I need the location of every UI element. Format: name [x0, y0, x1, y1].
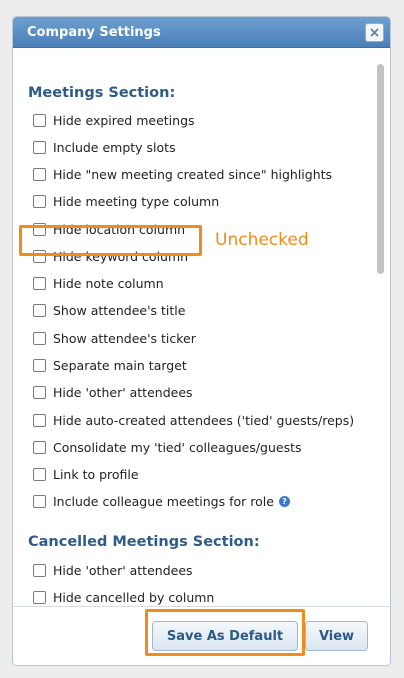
option-cancelled-hide-other-attendees[interactable]: Hide 'other' attendees [33, 561, 193, 579]
option-label: Show attendee's title [53, 302, 186, 318]
option-hide-note-column[interactable]: Hide note column [33, 274, 164, 292]
option-label: Hide 'other' attendees [53, 562, 193, 578]
checkbox[interactable] [33, 440, 46, 454]
checkbox[interactable] [33, 194, 46, 208]
highlight-box-keyword-column [19, 225, 202, 256]
checkbox[interactable] [33, 385, 46, 399]
option-hide-cancelled-by-column[interactable]: Hide cancelled by column [33, 588, 214, 606]
highlight-box-save-default [145, 609, 305, 656]
checkbox[interactable] [33, 167, 46, 181]
option-show-attendee-ticker[interactable]: Show attendee's ticker [33, 329, 196, 347]
option-label: Include colleague meetings for role [53, 493, 274, 509]
checkbox[interactable] [33, 494, 46, 508]
checkbox[interactable] [33, 276, 46, 290]
option-label: Hide 'other' attendees [53, 384, 193, 400]
scrollbar-thumb[interactable] [377, 64, 384, 274]
option-label: Separate main target [53, 357, 187, 373]
option-hide-new-meeting-highlights[interactable]: Hide "new meeting created since" highlig… [33, 165, 332, 183]
option-label: Link to profile [53, 466, 139, 482]
option-separate-main-target[interactable]: Separate main target [33, 356, 187, 374]
option-label: Hide meeting type column [53, 193, 220, 209]
option-label: Show attendee's ticker [53, 330, 196, 346]
unchecked-annotation: Unchecked [215, 230, 309, 250]
checkbox[interactable] [33, 303, 46, 317]
close-icon[interactable]: × [365, 23, 384, 42]
cancelled-section-title: Cancelled Meetings Section: [28, 534, 260, 550]
option-label: Hide note column [53, 275, 164, 291]
option-label: Consolidate my 'tied' colleagues/guests [53, 439, 302, 455]
option-hide-meeting-type-column[interactable]: Hide meeting type column [33, 192, 219, 210]
dialog-titlebar: Company Settings [13, 17, 390, 48]
help-icon[interactable]: ? [278, 495, 290, 507]
option-label: Hide auto-created attendees ('tied' gues… [53, 412, 355, 428]
checkbox[interactable] [33, 413, 46, 427]
option-hide-expired-meetings[interactable]: Hide expired meetings [33, 111, 195, 129]
option-include-colleague-meetings[interactable]: Include colleague meetings for role ? [33, 492, 290, 510]
dialog-title: Company Settings [27, 24, 161, 40]
option-label: Include empty slots [53, 139, 176, 155]
checkbox[interactable] [33, 358, 46, 372]
option-hide-other-attendees[interactable]: Hide 'other' attendees [33, 383, 193, 401]
option-include-empty-slots[interactable]: Include empty slots [33, 138, 176, 156]
option-label: Hide "new meeting created since" highlig… [53, 166, 333, 182]
option-link-to-profile[interactable]: Link to profile [33, 465, 139, 483]
option-hide-auto-created-attendees[interactable]: Hide auto-created attendees ('tied' gues… [33, 411, 354, 429]
checkbox[interactable] [33, 113, 46, 127]
checkbox[interactable] [33, 467, 46, 481]
checkbox[interactable] [33, 563, 46, 577]
company-settings-dialog: Company Settings × Meetings Section: Hid… [12, 16, 391, 666]
option-label: Hide expired meetings [53, 112, 195, 128]
vertical-scrollbar[interactable] [376, 53, 386, 613]
option-consolidate-tied-colleagues[interactable]: Consolidate my 'tied' colleagues/guests [33, 438, 302, 456]
option-show-attendee-title[interactable]: Show attendee's title [33, 301, 185, 319]
checkbox[interactable] [33, 590, 46, 604]
checkbox[interactable] [33, 140, 46, 154]
settings-content: Meetings Section: Hide expired meetings … [13, 48, 373, 608]
checkbox[interactable] [33, 331, 46, 345]
meetings-section-title: Meetings Section: [28, 85, 176, 101]
view-button[interactable]: View [305, 621, 368, 651]
option-label: Hide cancelled by column [53, 589, 215, 605]
